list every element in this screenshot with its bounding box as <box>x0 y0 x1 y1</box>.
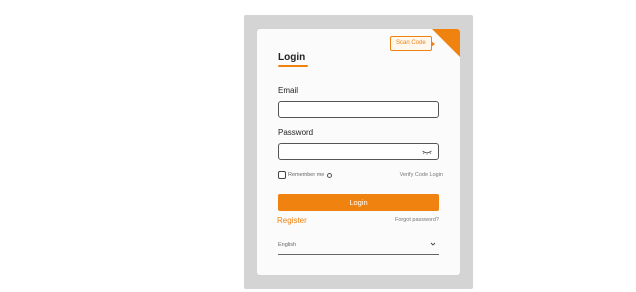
language-select[interactable]: English <box>278 239 439 255</box>
verify-code-login-link[interactable]: Verify Code Login <box>400 172 443 178</box>
remember-me-checkbox[interactable] <box>278 171 286 179</box>
eye-closed-icon[interactable] <box>422 150 432 155</box>
password-label: Password <box>278 128 314 137</box>
login-button[interactable]: Login <box>278 194 439 211</box>
login-card: Scan Code Login Email Password Remember … <box>257 29 460 275</box>
scan-code-tooltip[interactable]: Scan Code <box>390 36 435 51</box>
qr-corner-icon[interactable] <box>432 29 460 57</box>
password-field-wrapper <box>278 143 439 163</box>
email-field[interactable] <box>279 106 438 121</box>
chevron-down-icon <box>430 242 436 246</box>
info-icon[interactable] <box>327 172 333 178</box>
remember-me-label: Remember me <box>288 172 325 178</box>
email-label: Email <box>278 86 299 95</box>
email-field-wrapper <box>278 101 439 121</box>
forgot-password-link[interactable]: Forgot password? <box>395 217 439 223</box>
remember-me: Remember me <box>278 171 333 179</box>
language-selected: English <box>278 242 297 248</box>
password-field[interactable] <box>279 148 438 163</box>
title-underline <box>278 65 308 67</box>
register-link[interactable]: Register <box>277 216 307 225</box>
page-title: Login <box>278 52 306 63</box>
